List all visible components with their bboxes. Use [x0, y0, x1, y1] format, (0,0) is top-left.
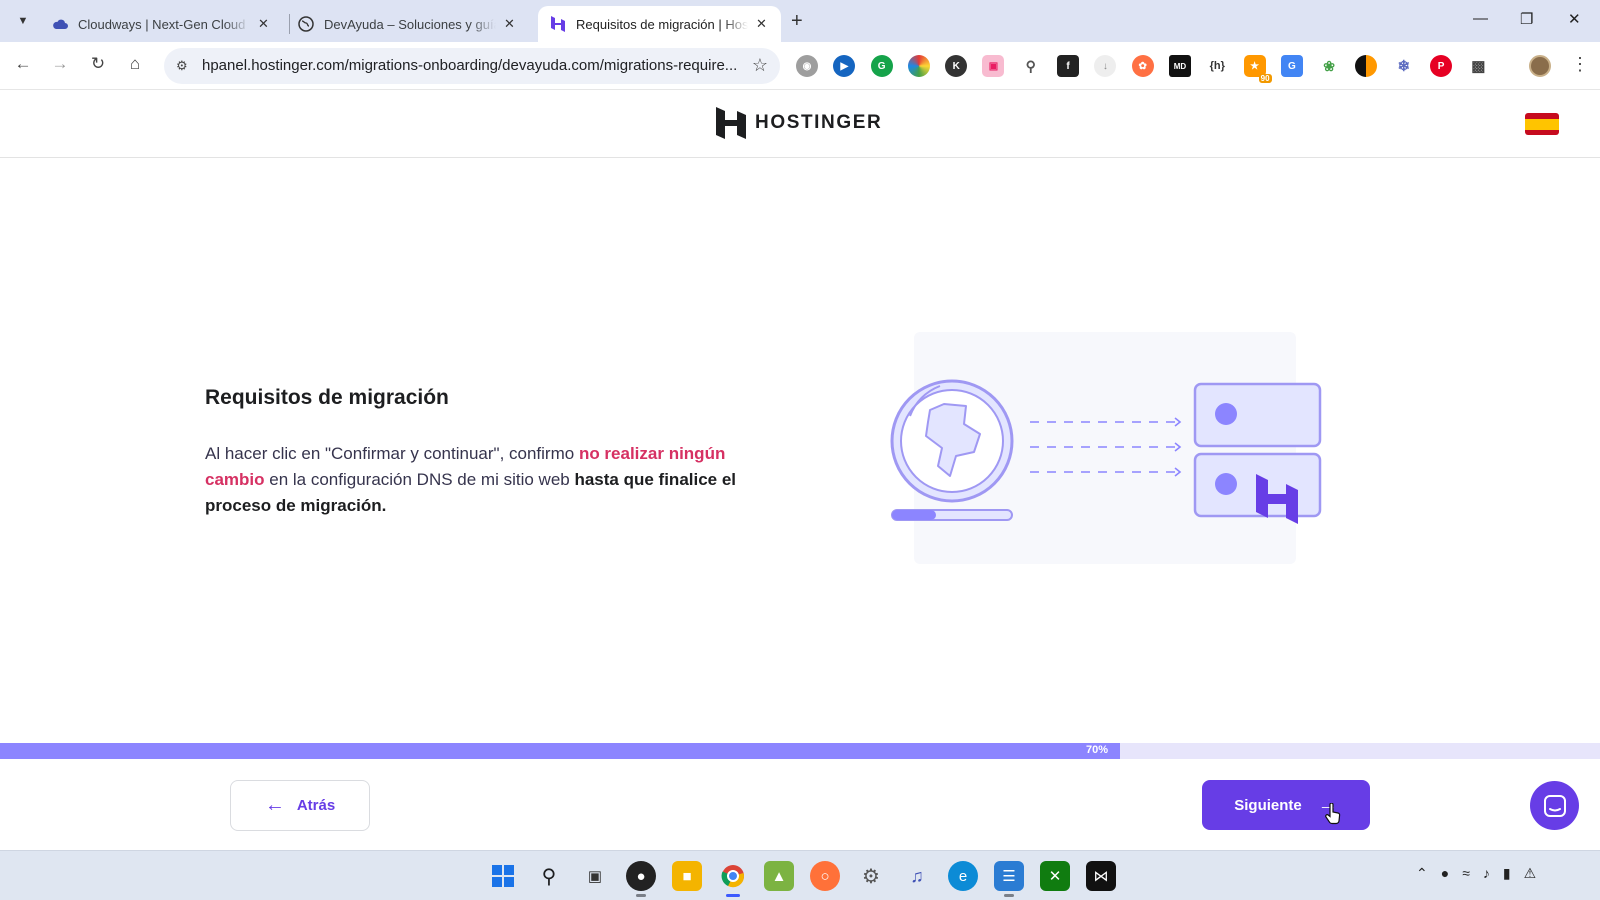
desc-text: en la configuración DNS de mi sitio web — [264, 470, 575, 489]
site-header: HOSTINGER — [0, 90, 1600, 158]
system-tray: ⌃ ● ≈ ♪ ▮ ⚠ — [1416, 865, 1549, 882]
app-circle-icon[interactable]: ● — [626, 861, 656, 897]
hostinger-logo-icon — [716, 107, 746, 139]
battery-icon[interactable]: ▮ — [1503, 865, 1511, 882]
f-icon[interactable]: f — [1057, 55, 1080, 77]
translate-icon[interactable]: G — [1280, 55, 1303, 77]
globe-icon — [890, 379, 1014, 503]
browser-toolbar: ← → ↻ ⌂ ⚙ hpanel.hostinger.com/migration… — [0, 42, 1600, 90]
notification-bell-icon[interactable]: ⚠ — [1524, 865, 1537, 882]
xbox-icon[interactable]: ✕ — [1040, 861, 1070, 891]
close-tab-icon[interactable]: ✕ — [504, 16, 515, 32]
leaf-icon[interactable]: ❀ — [1318, 55, 1340, 77]
tab-search-chevron-icon[interactable]: ▼ — [10, 8, 36, 34]
address-bar[interactable]: ⚙ hpanel.hostinger.com/migrations-onboar… — [164, 48, 780, 84]
color-wheel-icon[interactable] — [907, 55, 930, 77]
brand-wordmark: HOSTINGER — [755, 112, 883, 133]
profile-avatar[interactable] — [1529, 55, 1551, 77]
extensions-bar: ◉ ▶ G K ▣ ⚲ f ↓ ✿ MD {h} ★ 90 G ❀ ❄ P ▩ — [796, 55, 1505, 83]
migration-description: Al hacer clic en "Confirmar y continuar"… — [205, 441, 765, 519]
page-title: Requisitos de migración — [205, 386, 449, 409]
tab-title: DevAyuda – Soluciones y guías — [324, 16, 496, 32]
forward-arrow-icon[interactable]: → — [48, 54, 72, 74]
home-icon[interactable]: ⌂ — [123, 54, 147, 74]
tab-title: Requisitos de migración | Hosti — [576, 16, 748, 32]
os-taskbar: ⚲ ▣ ● ■ ▲ ○ ⚙ ♫ e ☰ ✕ ⋈ ⌃ ● ≈ ♪ ▮ ⚠ — [0, 850, 1600, 900]
close-tab-icon[interactable]: ✕ — [258, 16, 269, 32]
counter-icon[interactable]: ★ 90 — [1243, 55, 1272, 83]
chevron-up-icon[interactable]: ⌃ — [1416, 865, 1428, 882]
close-window-icon[interactable]: ✕ — [1568, 10, 1581, 28]
language-flag-es[interactable] — [1525, 113, 1559, 135]
pinterest-icon[interactable]: P — [1430, 55, 1453, 77]
back-arrow-icon[interactable]: ← — [11, 54, 35, 74]
md-icon[interactable]: MD — [1168, 55, 1191, 77]
camera-icon[interactable]: ◉ — [796, 55, 818, 77]
migration-progress-bar: 70% — [0, 743, 1600, 759]
browser-menu-icon[interactable]: ⋮ — [1571, 54, 1589, 75]
site-info-icon[interactable]: ⚙ — [176, 58, 188, 74]
firefox-icon[interactable]: ○ — [810, 861, 840, 891]
paw-icon[interactable]: ✿ — [1131, 55, 1154, 77]
snowflake-icon[interactable]: ❄ — [1393, 55, 1415, 77]
url-text[interactable]: hpanel.hostinger.com/migrations-onboardi… — [202, 57, 742, 74]
file-explorer-icon[interactable]: ■ — [672, 861, 702, 891]
browser-tab-bar: ▼ Cloudways | Next-Gen Cloud H ✕ DevAyud… — [0, 0, 1600, 42]
headphones-icon[interactable]: ♫ — [902, 861, 932, 891]
k-icon[interactable]: K — [945, 55, 968, 77]
progress-fill — [0, 743, 1120, 759]
extension-badge: 90 — [1258, 74, 1272, 83]
progress-label: 70% — [1086, 744, 1109, 756]
tab-title: Cloudways | Next-Gen Cloud H — [78, 16, 250, 32]
wifi-icon[interactable]: ≈ — [1462, 865, 1470, 882]
bracket-h-icon[interactable]: {h} — [1206, 55, 1228, 77]
loading-bar — [891, 509, 1013, 521]
minimize-icon[interactable]: — — [1473, 10, 1488, 27]
chrome-icon[interactable] — [718, 861, 748, 897]
globe-icon — [298, 16, 314, 32]
image-app-icon[interactable]: ▲ — [764, 861, 794, 891]
tab-devayuda[interactable]: DevAyuda – Soluciones y guías ✕ — [286, 6, 527, 42]
tab-cloudways[interactable]: Cloudways | Next-Gen Cloud H ✕ — [40, 6, 281, 42]
edge-icon[interactable]: e — [948, 861, 978, 891]
capcut-icon[interactable]: ⋈ — [1086, 861, 1116, 891]
search-icon[interactable]: ⚲ — [534, 861, 564, 891]
chat-button[interactable] — [1530, 781, 1579, 830]
desc-text: Al hacer clic en "Confirmar y continuar"… — [205, 444, 579, 463]
migration-illustration — [890, 332, 1322, 564]
tab-requisitos-migracion[interactable]: Requisitos de migración | Hosti ✕ — [538, 6, 781, 42]
next-button[interactable]: Siguiente → — [1202, 780, 1370, 830]
taskbar-apps: ⚲ ▣ ● ■ ▲ ○ ⚙ ♫ e ☰ ✕ ⋈ — [488, 861, 1132, 897]
hostinger-logo[interactable]: HOSTINGER — [716, 107, 882, 139]
cloud-icon — [52, 16, 68, 32]
hand-cursor-icon — [1325, 803, 1341, 825]
settings-gear-icon[interactable]: ⚙ — [856, 861, 886, 891]
next-button-label: Siguiente — [1234, 796, 1302, 814]
close-tab-icon[interactable]: ✕ — [756, 16, 767, 32]
puzzle-icon[interactable]: ▩ — [1467, 55, 1489, 77]
notepad-icon[interactable]: ☰ — [994, 861, 1024, 897]
microphone-icon[interactable]: ● — [1441, 865, 1449, 882]
square-icon[interactable]: ▣ — [982, 55, 1005, 77]
arrow-left-icon: ← — [264, 794, 285, 816]
windows-start-icon[interactable] — [488, 861, 518, 891]
chat-icon — [1543, 794, 1566, 817]
task-view-icon[interactable]: ▣ — [580, 861, 610, 891]
play-circle-icon[interactable]: ▶ — [833, 55, 856, 77]
half-circle-icon[interactable] — [1355, 55, 1378, 77]
magnifier-icon[interactable]: ⚲ — [1020, 55, 1042, 77]
volume-icon[interactable]: ♪ — [1483, 865, 1490, 882]
back-button[interactable]: ← Atrás — [230, 780, 370, 831]
hostinger-icon — [550, 16, 566, 32]
download-icon[interactable]: ↓ — [1094, 55, 1117, 77]
back-button-label: Atrás — [296, 797, 336, 814]
bookmark-star-icon[interactable]: ☆ — [752, 55, 768, 76]
new-tab-plus-icon[interactable]: + — [791, 9, 803, 33]
grammarly-icon[interactable]: G — [870, 55, 893, 77]
restore-icon[interactable]: ❐ — [1520, 10, 1533, 28]
reload-icon[interactable]: ↻ — [86, 54, 110, 74]
